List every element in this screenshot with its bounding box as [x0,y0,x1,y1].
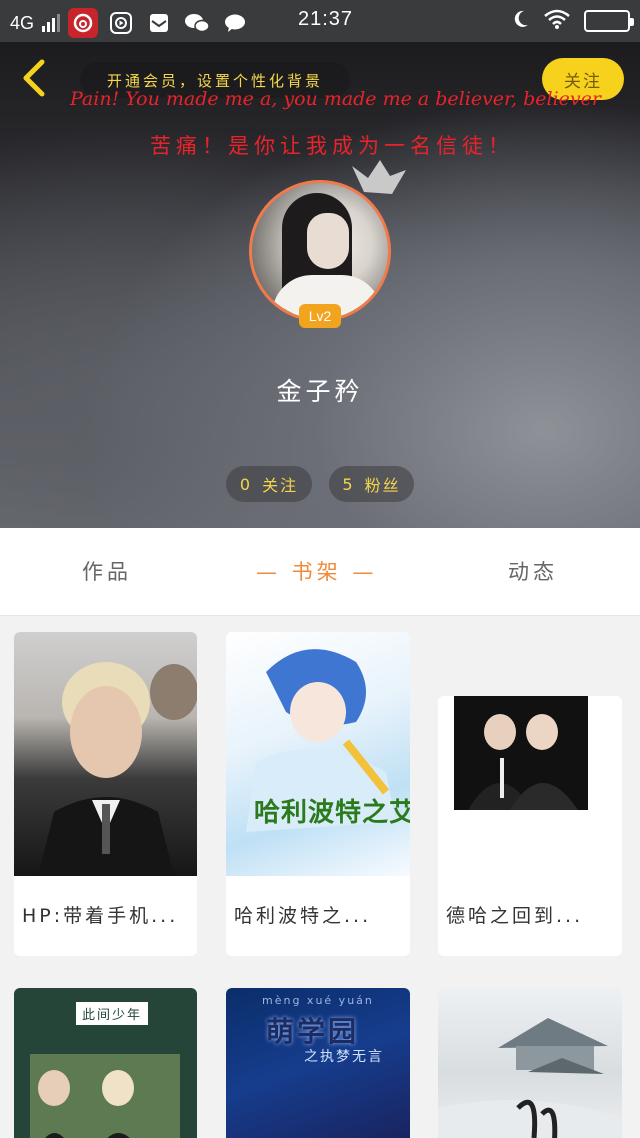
book-title: 德哈之回到... [446,905,584,927]
book-card[interactable]: HP:带着手机... [14,632,197,956]
moon-icon [512,9,530,33]
play-icon [106,8,136,38]
tab-works[interactable]: 作品 [82,556,132,586]
battery-icon [584,10,634,32]
back-arrow-icon [23,59,45,97]
book-card[interactable]: 此间少年 [14,988,197,1138]
level-badge: Lv2 [299,304,341,328]
signal-icon [42,14,61,32]
fans-count: 5 [342,474,355,494]
profile-tabs: 作品 — 书架 — 动态 [0,528,640,616]
tab-moments[interactable]: 动态 [508,556,558,586]
tab-bookshelf[interactable]: — 书架 — [256,556,377,586]
book-title: 哈利波特之... [234,905,372,927]
book-cover-pinyin: mèng xué yuán [262,994,374,1007]
avatar[interactable] [249,180,391,322]
book-cover-subtitle: 之执梦无言 [304,1049,384,1065]
mail-icon [144,8,174,38]
book-cover-title: 萌学园 [266,1015,360,1048]
wifi-icon [544,9,570,33]
clock: 21:37 [298,8,354,30]
book-cover [438,988,622,1138]
following-label: 关注 [262,476,299,495]
profile-header: 开通会员，设置个性化背景 关注 Pain! You made me a, you… [0,42,640,528]
fans-label: 粉丝 [364,476,401,495]
book-title: HP:带着手机... [22,905,179,927]
following-count: 0 [239,474,253,494]
network-type: 4G [10,12,35,33]
book-cover: 此间少年 [14,988,197,1138]
book-card[interactable]: 哈利波特之艾奇 哈利波特之... [226,632,410,956]
book-cover [438,696,622,876]
bookshelf-grid: HP:带着手机... 哈利波特之艾奇 哈利波特之... 德哈之回到. [0,616,640,1138]
following-count-button[interactable]: 0 关注 [226,466,312,502]
status-bar: 4G 21:37 [0,0,640,42]
netease-music-icon [68,8,99,38]
book-card[interactable] [438,988,622,1138]
chat-icon [220,8,250,38]
wechat-icon [182,8,212,38]
book-cover-title: 哈利波特之艾奇 [254,798,410,828]
book-cover [14,632,197,876]
book-card[interactable]: 德哈之回到... [438,696,622,956]
fans-count-button[interactable]: 5 粉丝 [329,466,414,502]
book-card[interactable]: mèng xué yuán 萌学园 之执梦无言 [226,988,410,1138]
signature-lyric-chinese: 苦痛！是你让我成为一名信徒！ [150,134,514,158]
back-button[interactable] [16,56,56,100]
signature-lyric-english: Pain! You made me a, you made me a belie… [70,88,601,110]
username: 金子矜 [276,377,364,406]
book-cover: mèng xué yuán 萌学园 之执梦无言 [226,988,410,1138]
book-cover: 哈利波特之艾奇 [226,632,410,876]
